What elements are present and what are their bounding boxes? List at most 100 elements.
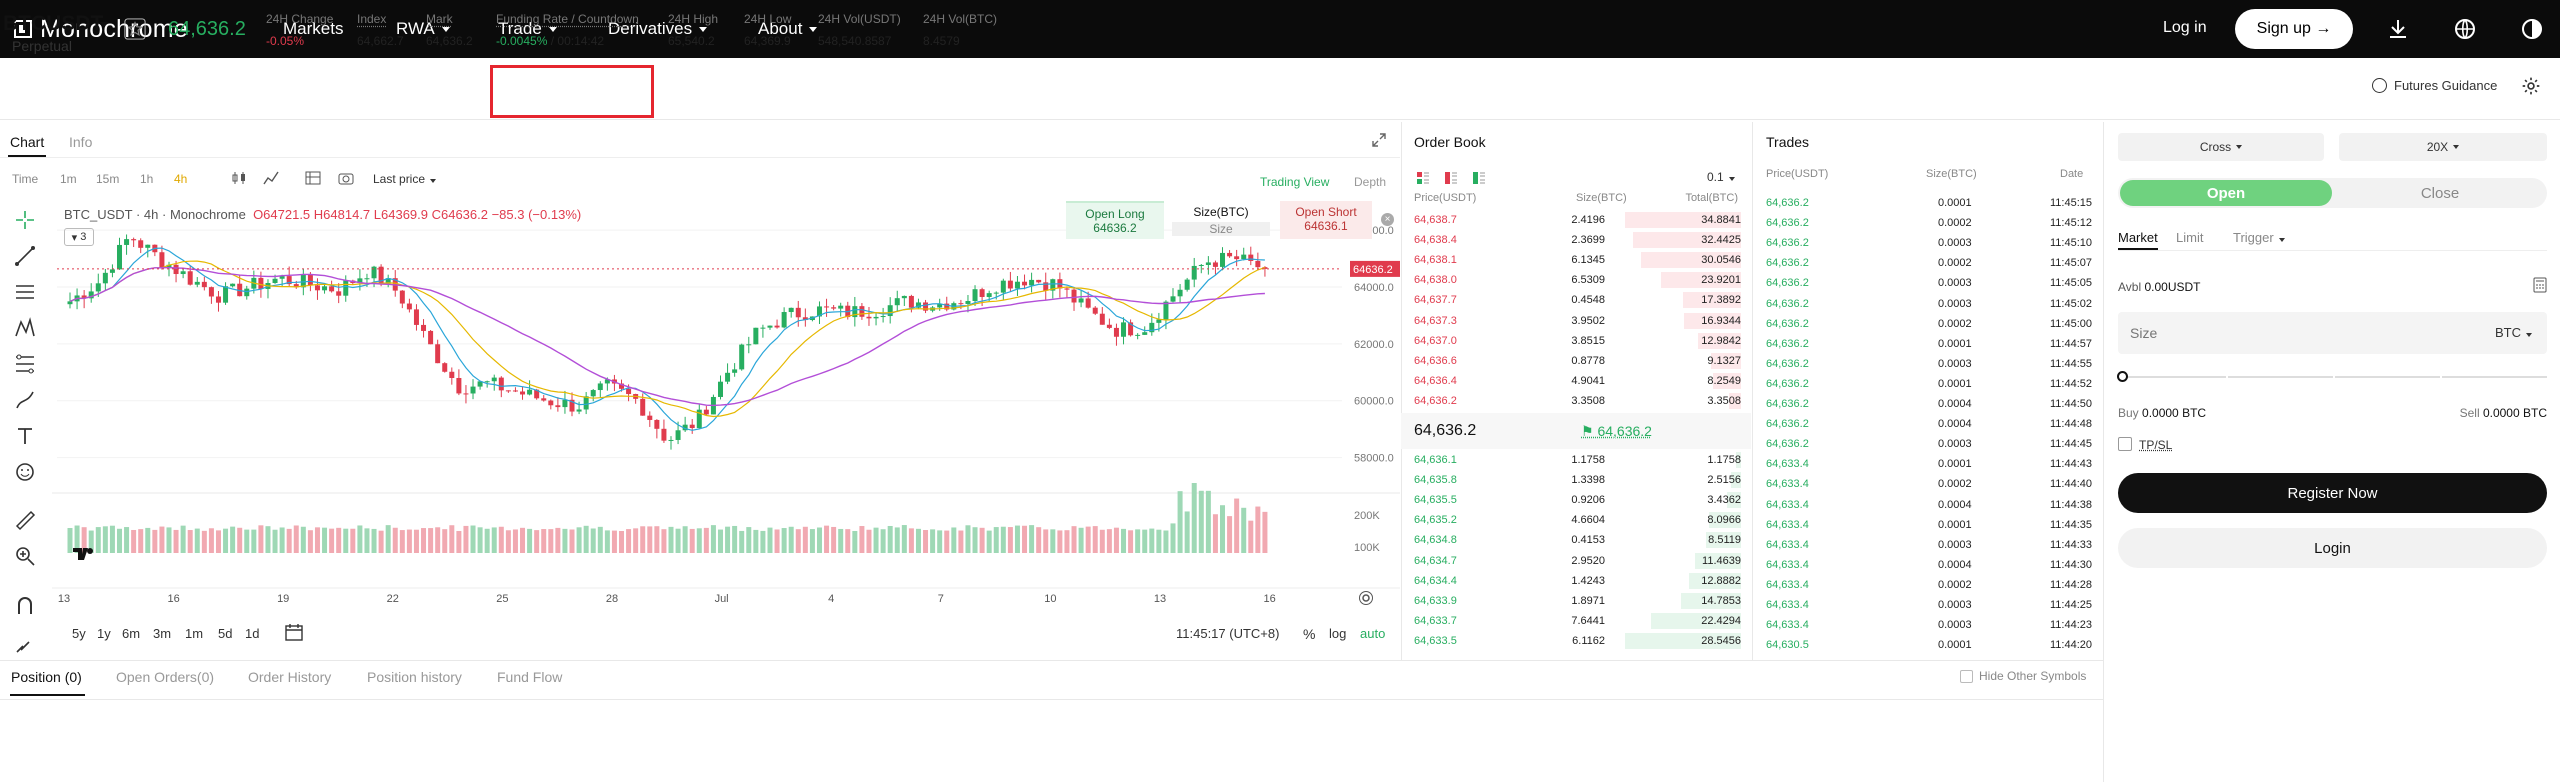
tab-position-history[interactable]: Position history bbox=[367, 669, 462, 685]
order-type-market[interactable]: Market bbox=[2118, 230, 2158, 245]
auto-toggle[interactable]: auto bbox=[1360, 626, 1385, 641]
range-5d[interactable]: 5d bbox=[218, 626, 232, 641]
globe-icon[interactable] bbox=[2453, 17, 2477, 41]
tab-chart[interactable]: Chart bbox=[10, 134, 44, 150]
tab-order-history[interactable]: Order History bbox=[248, 669, 331, 685]
bid-row[interactable]: 64,634.8 0.4153 8.5119 bbox=[1401, 530, 1741, 550]
bid-row[interactable]: 64,635.5 0.9206 3.4362 bbox=[1401, 490, 1741, 510]
book-both-icon[interactable] bbox=[1417, 172, 1429, 184]
price-chart[interactable]: 66000.064000.062000.060000.058000.0200K1… bbox=[52, 196, 1400, 656]
camera-icon[interactable] bbox=[338, 171, 354, 185]
chart-settings-icon[interactable] bbox=[1358, 590, 1374, 606]
bid-row[interactable]: 64,634.4 1.4243 12.8882 bbox=[1401, 571, 1741, 591]
crosshair-icon[interactable] bbox=[13, 208, 37, 232]
range-1d[interactable]: 1d bbox=[245, 626, 259, 641]
ask-row[interactable]: 64,638.0 6.5309 23.9201 bbox=[1401, 270, 1741, 290]
precision-dropdown[interactable]: 0.1 bbox=[1707, 170, 1735, 184]
timeframe-15m[interactable]: 15m bbox=[96, 172, 119, 186]
timeframe-4h[interactable]: 4h bbox=[174, 172, 187, 186]
margin-mode-dropdown[interactable]: Cross bbox=[2118, 133, 2324, 161]
lock-drawings-icon[interactable] bbox=[13, 632, 37, 656]
book-bids-icon[interactable] bbox=[1473, 172, 1485, 184]
timeframe-1h[interactable]: 1h bbox=[140, 172, 153, 186]
bid-row[interactable]: 64,636.1 1.1758 1.1758 bbox=[1401, 450, 1741, 470]
quick-size[interactable]: Size(BTC) Size bbox=[1172, 201, 1270, 239]
pattern-icon[interactable] bbox=[13, 316, 37, 340]
hide-other-symbols[interactable]: Hide Other Symbols bbox=[1960, 669, 2086, 683]
size-unit-dropdown[interactable]: BTC bbox=[2495, 325, 2532, 340]
layout-icon[interactable] bbox=[305, 171, 321, 185]
tab-open-orders[interactable]: Open Orders(0) bbox=[116, 669, 214, 685]
bid-row[interactable]: 64,633.7 7.6441 22.4294 bbox=[1401, 611, 1741, 631]
horizontal-lines-icon[interactable] bbox=[13, 280, 37, 304]
timeframe-time[interactable]: Time bbox=[12, 172, 38, 186]
hide-other-checkbox[interactable] bbox=[1960, 669, 1973, 683]
log-toggle[interactable]: log bbox=[1329, 626, 1346, 641]
bid-row[interactable]: 64,634.7 2.9520 11.4639 bbox=[1401, 551, 1741, 571]
bid-row[interactable]: 64,633.5 6.1162 28.5456 bbox=[1401, 631, 1741, 651]
view-depth[interactable]: Depth bbox=[1354, 175, 1386, 189]
bid-row[interactable]: 64,635.2 4.6604 8.0966 bbox=[1401, 510, 1741, 530]
futures-guidance-link[interactable]: Futures Guidance bbox=[2372, 78, 2497, 93]
leverage-dropdown[interactable]: 20X bbox=[2339, 133, 2547, 161]
range-6m[interactable]: 6m bbox=[122, 626, 140, 641]
ask-row[interactable]: 64,638.7 2.4196 34.8841 bbox=[1401, 210, 1741, 230]
open-short-button[interactable]: Open Short 64636.1 bbox=[1280, 201, 1372, 239]
emoji-icon[interactable] bbox=[13, 460, 37, 484]
zoom-in-icon[interactable] bbox=[13, 544, 37, 568]
book-asks-icon[interactable] bbox=[1445, 172, 1457, 184]
tab-fund-flow[interactable]: Fund Flow bbox=[497, 669, 562, 685]
open-tab[interactable]: Open bbox=[2120, 180, 2332, 206]
text-icon[interactable] bbox=[13, 424, 37, 448]
view-trading-view[interactable]: Trading View bbox=[1260, 175, 1329, 189]
stat-funding-rate[interactable]: Funding Rate / Countdown -0.0045% / 00:14… bbox=[496, 12, 639, 48]
ask-row[interactable]: 64,636.6 0.8778 9.1327 bbox=[1401, 351, 1741, 371]
open-long-button[interactable]: Open Long 64636.2 bbox=[1066, 201, 1164, 239]
stat-index[interactable]: Index 64,662.7 bbox=[357, 12, 404, 48]
signup-button[interactable]: Sign up → bbox=[2235, 9, 2353, 49]
bid-row[interactable]: 64,633.9 1.8971 14.7853 bbox=[1401, 591, 1741, 611]
download-icon[interactable] bbox=[2386, 17, 2410, 41]
register-button[interactable]: Register Now bbox=[2118, 473, 2547, 513]
trend-line-icon[interactable] bbox=[13, 244, 37, 268]
symbol-selector[interactable]: BTCUSDT bbox=[3, 12, 103, 36]
order-type-limit[interactable]: Limit bbox=[2176, 230, 2203, 245]
indicators-icon[interactable] bbox=[263, 171, 279, 185]
chevron-down-icon[interactable] bbox=[100, 22, 108, 27]
brush-icon[interactable] bbox=[13, 388, 37, 412]
percent-toggle[interactable]: % bbox=[1303, 626, 1315, 642]
fib-icon[interactable] bbox=[13, 352, 37, 376]
ask-row[interactable]: 64,636.4 4.9041 8.2549 bbox=[1401, 371, 1741, 391]
range-3m[interactable]: 3m bbox=[153, 626, 171, 641]
ask-row[interactable]: 64,637.3 3.9502 16.9344 bbox=[1401, 311, 1741, 331]
login-button[interactable]: Login bbox=[2118, 528, 2547, 568]
price-type-dropdown[interactable]: Last price bbox=[373, 172, 437, 186]
ask-row[interactable]: 64,637.7 0.4548 17.3892 bbox=[1401, 290, 1741, 310]
calendar-icon[interactable] bbox=[284, 622, 304, 642]
timeframe-1m[interactable]: 1m bbox=[60, 172, 77, 186]
ask-row[interactable]: 64,638.4 2.3699 32.4425 bbox=[1401, 230, 1741, 250]
range-5y[interactable]: 5y bbox=[72, 626, 86, 641]
size-input[interactable] bbox=[2118, 312, 2547, 354]
stat-mark[interactable]: Mark 64,636.2 bbox=[426, 12, 473, 48]
tab-info[interactable]: Info bbox=[69, 134, 92, 150]
close-tab[interactable]: Close bbox=[2340, 180, 2540, 206]
login-link[interactable]: Log in bbox=[2163, 19, 2207, 37]
bid-row[interactable]: 64,635.8 1.3398 2.5156 bbox=[1401, 470, 1741, 490]
ruler-icon[interactable] bbox=[13, 508, 37, 532]
gear-icon[interactable] bbox=[2521, 76, 2541, 96]
range-1m[interactable]: 1m bbox=[185, 626, 203, 641]
order-type-trigger[interactable]: Trigger bbox=[2233, 230, 2285, 245]
expand-icon[interactable] bbox=[1372, 133, 1386, 147]
range-1y[interactable]: 1y bbox=[97, 626, 111, 641]
close-icon[interactable]: × bbox=[1381, 213, 1394, 226]
tpsl-checkbox[interactable] bbox=[2118, 437, 2132, 451]
size-slider-handle[interactable] bbox=[2117, 371, 2128, 382]
ask-row[interactable]: 64,638.1 6.1345 30.0546 bbox=[1401, 250, 1741, 270]
ask-row[interactable]: 64,637.0 3.8515 12.9842 bbox=[1401, 331, 1741, 351]
ask-row[interactable]: 64,636.2 3.3508 3.3508 bbox=[1401, 391, 1741, 411]
candle-type-icon[interactable] bbox=[231, 171, 247, 185]
calculator-icon[interactable] bbox=[2533, 277, 2547, 293]
tpsl-label[interactable]: TP/SL bbox=[2139, 438, 2172, 452]
theme-toggle-icon[interactable] bbox=[2520, 17, 2544, 41]
